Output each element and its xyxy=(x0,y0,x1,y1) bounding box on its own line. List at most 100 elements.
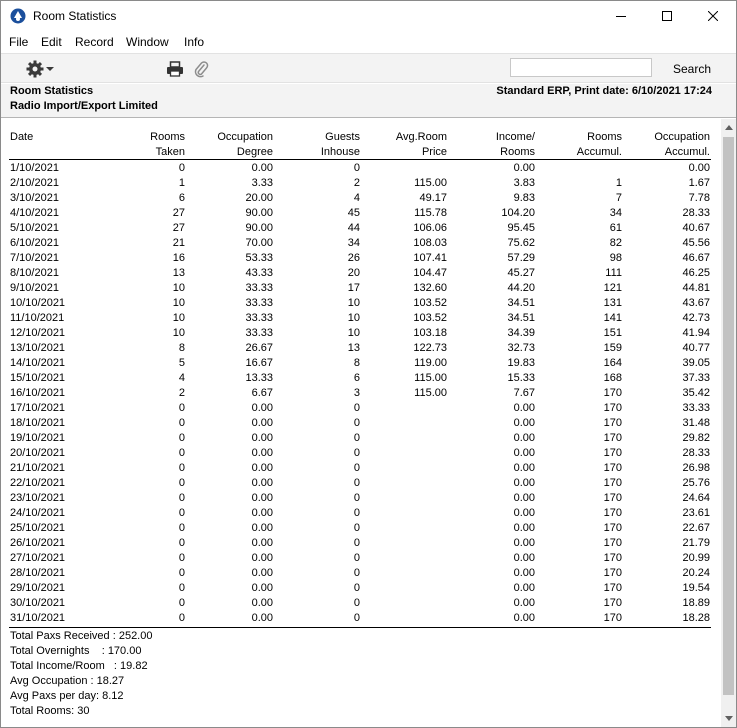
scroll-down-button[interactable] xyxy=(721,710,736,727)
cell-occupation-degree: 13.33 xyxy=(245,372,273,384)
attach-button[interactable] xyxy=(193,60,209,78)
close-button[interactable] xyxy=(690,1,736,31)
column-header-income-rooms: Income/ Rooms xyxy=(495,131,535,158)
toolbar: Search xyxy=(1,53,736,83)
table-row: 1/10/2021 0 0.00 0 0.00 0.00 xyxy=(1,161,721,176)
cell-rooms-accumul: 159 xyxy=(603,342,622,354)
cell-date: 18/10/2021 xyxy=(10,417,66,429)
table-row: 22/10/2021 0 0.00 0 0.00 170 25.76 xyxy=(1,476,721,491)
menu-edit[interactable]: Edit xyxy=(41,35,62,49)
search-input[interactable] xyxy=(510,58,652,77)
cell-occupation-accumul: 29.82 xyxy=(682,432,710,444)
print-button[interactable] xyxy=(166,60,184,78)
cell-date: 28/10/2021 xyxy=(10,567,66,579)
menu-file[interactable]: File xyxy=(9,35,28,49)
total-line: Total Rooms: 30 xyxy=(10,705,90,717)
cell-date: 15/10/2021 xyxy=(10,372,66,384)
table-row: 18/10/2021 0 0.00 0 0.00 170 31.48 xyxy=(1,416,721,431)
cell-occupation-accumul: 18.28 xyxy=(682,612,710,624)
scrollbar-thumb[interactable] xyxy=(723,137,734,695)
cell-date: 3/10/2021 xyxy=(10,192,59,204)
table-row: 14/10/2021 5 16.67 8 119.00 19.83 164 39.05 xyxy=(1,356,721,371)
cell-occupation-degree: 90.00 xyxy=(245,222,273,234)
cell-income-rooms: 0.00 xyxy=(513,417,535,429)
cell-occupation-degree: 6.67 xyxy=(251,387,273,399)
cell-income-rooms: 45.27 xyxy=(507,267,535,279)
cell-occupation-accumul: 45.56 xyxy=(682,237,710,249)
cell-date: 21/10/2021 xyxy=(10,462,66,474)
cell-rooms-accumul: 82 xyxy=(609,237,622,249)
print-info: Standard ERP, Print date: 6/10/2021 17:2… xyxy=(496,85,712,97)
cell-occupation-accumul: 31.48 xyxy=(682,417,710,429)
cell-date: 27/10/2021 xyxy=(10,552,66,564)
cell-income-rooms: 34.51 xyxy=(507,312,535,324)
cell-occupation-accumul: 25.76 xyxy=(682,477,710,489)
cell-rooms-accumul: 170 xyxy=(603,462,622,474)
table-row: 12/10/2021 10 33.33 10 103.18 34.39 151 41.94 xyxy=(1,326,721,341)
cell-date: 12/10/2021 xyxy=(10,327,66,339)
report-header: Room Statistics Radio Import/Export Limi… xyxy=(1,84,736,118)
cell-occupation-accumul: 41.94 xyxy=(682,327,710,339)
cell-rooms-accumul: 170 xyxy=(603,492,622,504)
search-button[interactable]: Search xyxy=(673,62,711,76)
table-row: 26/10/2021 0 0.00 0 0.00 170 21.79 xyxy=(1,536,721,551)
total-line: Avg Paxs per day: 8.12 xyxy=(10,690,124,702)
cell-rooms-accumul: 131 xyxy=(603,297,622,309)
menu-info[interactable]: Info xyxy=(184,35,204,49)
cell-rooms-taken: 0 xyxy=(178,432,185,444)
cell-rooms-taken: 13 xyxy=(172,267,185,279)
table-row: 19/10/2021 0 0.00 0 0.00 170 29.82 xyxy=(1,431,721,446)
scroll-up-button[interactable] xyxy=(721,119,736,136)
cell-rooms-taken: 0 xyxy=(178,612,185,624)
cell-guests-inhouse: 0 xyxy=(353,417,360,429)
menu-record[interactable]: Record xyxy=(75,35,114,49)
cell-rooms-taken: 0 xyxy=(178,567,185,579)
totals-section: Total Paxs Received : 252.00 Total Overni… xyxy=(10,629,152,719)
cell-rooms-accumul: 34 xyxy=(609,207,622,219)
table-row: 23/10/2021 0 0.00 0 0.00 170 24.64 xyxy=(1,491,721,506)
table-row: 9/10/2021 10 33.33 17 132.60 44.20 121 44.81 xyxy=(1,281,721,296)
cell-rooms-accumul: 61 xyxy=(609,222,622,234)
cell-rooms-taken: 10 xyxy=(172,282,185,294)
cell-occupation-accumul: 28.33 xyxy=(682,447,710,459)
cell-income-rooms: 0.00 xyxy=(513,537,535,549)
cell-rooms-accumul: 170 xyxy=(603,432,622,444)
cell-occupation-accumul: 18.89 xyxy=(682,597,710,609)
cell-guests-inhouse: 0 xyxy=(353,537,360,549)
minimize-button[interactable] xyxy=(598,1,644,31)
cell-income-rooms: 0.00 xyxy=(513,432,535,444)
menu-window[interactable]: Window xyxy=(126,35,169,49)
table-row: 10/10/2021 10 33.33 10 103.52 34.51 131 43.67 xyxy=(1,296,721,311)
cell-occupation-accumul: 40.77 xyxy=(682,342,710,354)
cell-avg-room-price: 107.41 xyxy=(413,252,447,264)
cell-occupation-degree: 0.00 xyxy=(251,537,273,549)
cell-occupation-accumul: 46.25 xyxy=(682,267,710,279)
cell-avg-room-price: 103.18 xyxy=(413,327,447,339)
column-header-rooms-taken: Rooms Taken xyxy=(150,131,185,158)
cell-rooms-taken: 0 xyxy=(178,507,185,519)
operations-menu-button[interactable] xyxy=(26,59,56,79)
cell-income-rooms: 75.62 xyxy=(507,237,535,249)
cell-rooms-taken: 10 xyxy=(172,297,185,309)
cell-guests-inhouse: 0 xyxy=(353,552,360,564)
cell-rooms-taken: 0 xyxy=(178,597,185,609)
table-row: 2/10/2021 1 3.33 2 115.00 3.83 1 1.67 xyxy=(1,176,721,191)
cell-guests-inhouse: 0 xyxy=(353,612,360,624)
cell-date: 25/10/2021 xyxy=(10,522,66,534)
cell-rooms-taken: 0 xyxy=(178,492,185,504)
cell-occupation-degree: 0.00 xyxy=(251,477,273,489)
cell-rooms-accumul: 170 xyxy=(603,597,622,609)
report-content[interactable]: Date Rooms Taken Occupation Degree Guest… xyxy=(1,119,721,727)
cell-income-rooms: 95.45 xyxy=(507,222,535,234)
cell-occupation-degree: 0.00 xyxy=(251,402,273,414)
cell-guests-inhouse: 6 xyxy=(353,372,360,384)
cell-occupation-accumul: 40.67 xyxy=(682,222,710,234)
cell-avg-room-price: 106.06 xyxy=(413,222,447,234)
column-header-date: Date xyxy=(10,131,34,143)
maximize-button[interactable] xyxy=(644,1,690,31)
title-bar[interactable]: Room Statistics xyxy=(1,1,736,31)
cell-rooms-accumul: 170 xyxy=(603,417,622,429)
total-line: Total Paxs Received : 252.00 xyxy=(10,630,153,642)
column-header-rooms-accumul: Rooms Accumul. xyxy=(576,131,622,158)
vertical-scrollbar[interactable] xyxy=(721,119,736,727)
